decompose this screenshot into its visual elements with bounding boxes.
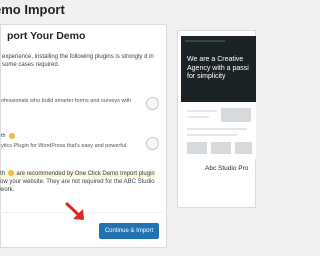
demo-name-label: Abc Studio Pro	[205, 165, 249, 172]
plugin-name: th	[1, 133, 6, 139]
preview-block	[211, 142, 231, 154]
import-title: port Your Demo	[7, 30, 86, 42]
info-icon	[7, 170, 14, 176]
preview-hero-line: We are a Creative	[187, 56, 244, 63]
preview-hero-text: We are a Creative Agency with a passi fo…	[187, 56, 256, 82]
preview-hero: We are a Creative Agency with a passi fo…	[181, 36, 256, 102]
preview-hero-line: Agency with a passi	[187, 64, 249, 72]
info-icon	[9, 133, 15, 139]
preview-block	[235, 142, 252, 154]
preview-hero-line: for simplicity	[187, 73, 226, 80]
plugin-toggle[interactable]	[146, 97, 159, 110]
notice-line-1: are recommended by One Click Demo Import…	[16, 171, 155, 177]
arrow-icon	[65, 202, 84, 220]
preview-line	[187, 134, 237, 136]
preview-line	[187, 110, 217, 112]
notice-line-3: work.	[0, 187, 15, 193]
plugin-description: ofessionals who build smarter forms and …	[1, 98, 132, 104]
plugin-toggle[interactable]	[146, 137, 159, 150]
demo-preview-image: We are a Creative Agency with a passi fo…	[181, 36, 256, 159]
plugin-description: ytics Plugin for WordPress that's easy a…	[1, 143, 128, 149]
notice-line-1-prefix: th	[0, 171, 7, 177]
preview-nav	[185, 40, 225, 42]
top-bar: emo Import	[0, 0, 256, 24]
preview-block	[221, 108, 251, 122]
preview-line	[187, 128, 247, 130]
page-title: emo Import	[0, 2, 65, 17]
continue-import-button[interactable]: Continue & Import	[99, 223, 159, 239]
preview-line	[187, 116, 209, 118]
recommendation-notice: th are recommended by One Click Demo Imp…	[0, 170, 160, 194]
notice-line-2: ow your website. They are not required f…	[0, 179, 155, 185]
import-intro-text: experience, installing the following plu…	[2, 54, 154, 68]
preview-block	[187, 142, 207, 154]
